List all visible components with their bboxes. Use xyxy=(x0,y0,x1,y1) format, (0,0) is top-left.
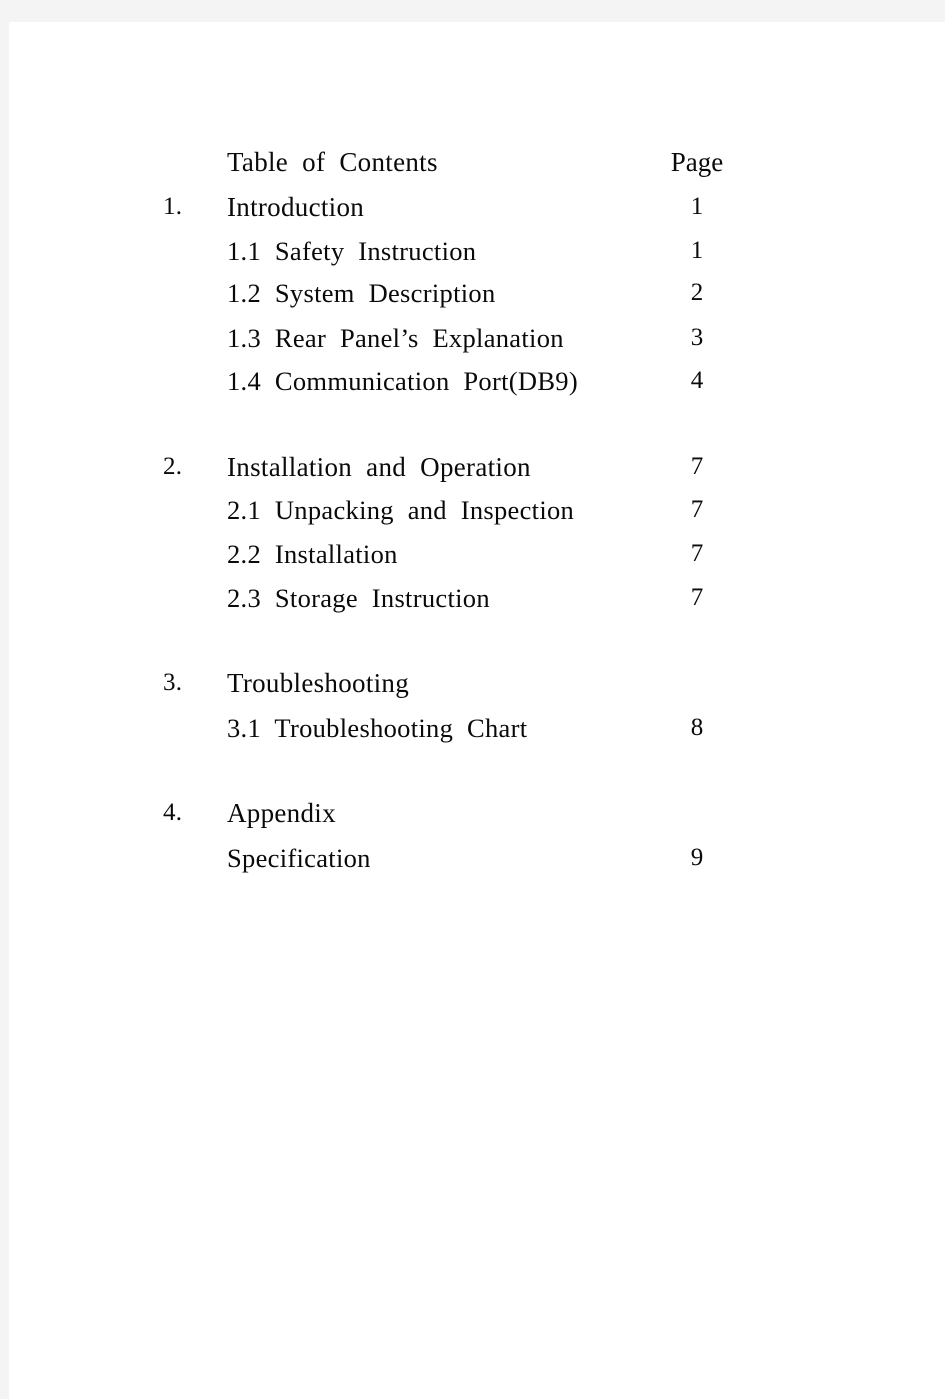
toc-entry-page-number: 4 xyxy=(690,367,704,394)
toc-entry-label[interactable]: 1.2 System Description xyxy=(227,271,496,315)
toc-entry-label[interactable]: 2.1 Unpacking and Inspection xyxy=(227,488,574,532)
toc-entry-label[interactable]: 2.2 Installation xyxy=(227,532,398,576)
toc-entry-page-number: 7 xyxy=(690,584,704,611)
toc-entry-number: 1. xyxy=(163,193,183,220)
toc-row: 1.4 Communication Port(DB9) 4 xyxy=(9,359,945,403)
toc-entry-label[interactable]: 2.3 Storage Instruction xyxy=(227,576,490,620)
toc-entry-page-number: 8 xyxy=(690,714,704,741)
toc-entry-page-number: 9 xyxy=(690,844,704,871)
toc-entry-page-number: 7 xyxy=(690,496,704,523)
toc-entry-label[interactable]: 1.4 Communication Port(DB9) xyxy=(227,359,578,403)
toc-entry-number: 2. xyxy=(163,453,183,480)
toc-entry-page-number: 1 xyxy=(690,237,704,264)
toc-entry-number: 4. xyxy=(163,799,183,826)
toc-entry-label[interactable]: Installation and Operation xyxy=(227,445,531,489)
toc-page-column-label: Page xyxy=(670,147,724,177)
toc-title: Table of Contents xyxy=(227,147,438,177)
toc-entry-label[interactable]: 1.3 Rear Panel’s Explanation xyxy=(227,316,564,360)
document-page: Table of Contents Page 1. Introduction 1 1.1 … xyxy=(9,22,945,1399)
toc-entry-label[interactable]: Troubleshooting xyxy=(227,661,409,705)
toc-entry-page-number: 7 xyxy=(690,540,704,567)
toc-entry-page-number: 3 xyxy=(690,324,704,351)
toc-row: 2. Installation and Operation 7 xyxy=(9,445,945,489)
table-of-contents: Table of Contents Page 1. Introduction 1 1.1 … xyxy=(9,22,945,1399)
toc-row: 3. Troubleshooting xyxy=(9,661,945,705)
toc-entry-page-number: 2 xyxy=(690,279,704,306)
toc-entry-label[interactable]: 3.1 Troubleshooting Chart xyxy=(227,706,527,750)
toc-entry-number: 3. xyxy=(163,669,183,696)
toc-row: Specification 9 xyxy=(9,836,945,880)
toc-row: 2.1 Unpacking and Inspection 7 xyxy=(9,488,945,532)
toc-entry-label[interactable]: Specification xyxy=(227,836,371,880)
toc-row: 1.2 System Description 2 xyxy=(9,271,945,315)
toc-row: 2.3 Storage Instruction 7 xyxy=(9,576,945,620)
toc-row: 4. Appendix xyxy=(9,791,945,835)
toc-entry-label[interactable]: 1.1 Safety Instruction xyxy=(227,229,476,273)
toc-row: 1.3 Rear Panel’s Explanation 3 xyxy=(9,316,945,360)
toc-entry-label[interactable]: Introduction xyxy=(227,185,364,229)
toc-entry-label[interactable]: Appendix xyxy=(227,791,336,835)
toc-row: 1. Introduction 1 xyxy=(9,185,945,229)
toc-entry-page-number: 1 xyxy=(690,193,704,220)
toc-row: 3.1 Troubleshooting Chart 8 xyxy=(9,706,945,750)
toc-entry-page-number: 7 xyxy=(690,453,704,480)
toc-row: 1.1 Safety Instruction 1 xyxy=(9,229,945,273)
toc-header-row: Table of Contents Page xyxy=(9,140,945,184)
toc-row: 2.2 Installation 7 xyxy=(9,532,945,576)
